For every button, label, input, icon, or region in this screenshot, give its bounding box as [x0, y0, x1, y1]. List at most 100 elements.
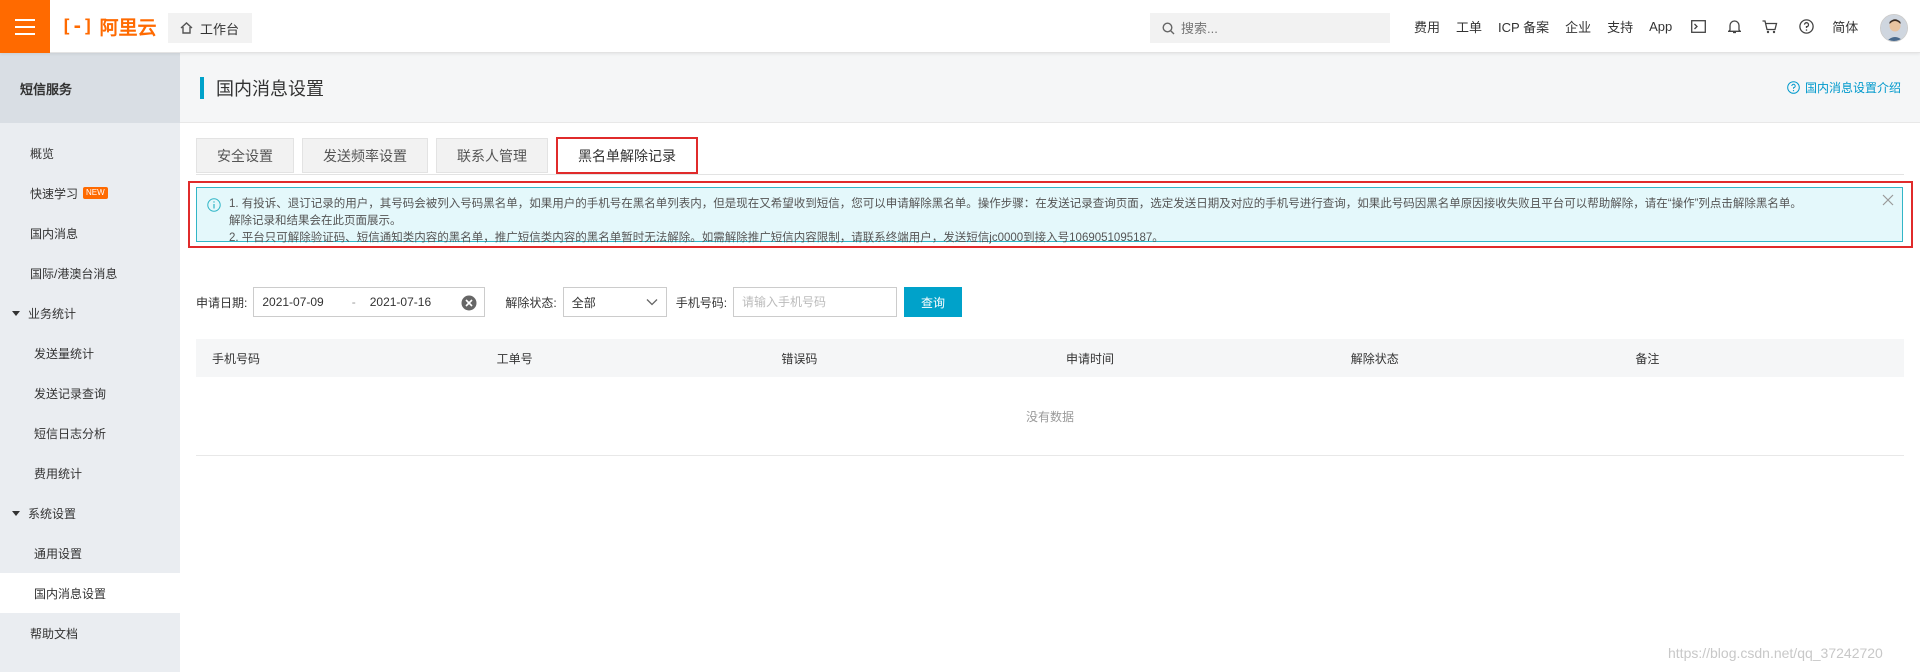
question-circle-icon: [1787, 81, 1800, 94]
top-bar: [-] 阿里云 工作台 费用 工单 ICP 备案 企业 支持 App: [0, 0, 1920, 53]
column-header-apply-time: 申请时间: [1066, 351, 1115, 366]
sidebar-item-label: 短信日志分析: [34, 426, 107, 441]
column-header-error-code: 错误码: [781, 351, 818, 366]
tab-security[interactable]: 安全设置: [196, 138, 294, 173]
sidebar-item-label: 费用统计: [34, 466, 83, 481]
nav-support[interactable]: 支持: [1599, 17, 1641, 36]
column-header-remark: 备注: [1635, 351, 1660, 366]
chevron-down-icon: [646, 299, 658, 306]
nav-app[interactable]: App: [1641, 19, 1680, 34]
sidebar-group-label: 业务统计: [28, 306, 77, 321]
sidebar-item-general-settings[interactable]: 通用设置: [0, 533, 180, 573]
sidebar-item-help-docs[interactable]: 帮助文档: [0, 613, 180, 653]
date-end[interactable]: 2021-07-16: [370, 295, 431, 309]
bell-icon[interactable]: [1716, 19, 1752, 34]
sidebar-item-label: 帮助文档: [30, 626, 79, 641]
nav-icp[interactable]: ICP 备案: [1490, 17, 1557, 36]
phone-input[interactable]: [733, 287, 898, 317]
sidebar-item-send-records[interactable]: 发送记录查询: [0, 373, 180, 413]
tab-send-frequency[interactable]: 发送频率设置: [302, 138, 428, 173]
caret-down-icon: [12, 510, 20, 516]
status-select[interactable]: 全部: [562, 287, 667, 317]
sidebar-item-log-analysis[interactable]: 短信日志分析: [0, 413, 180, 453]
sidebar-item-international[interactable]: 国际/港澳台消息: [0, 253, 180, 293]
records-table: 手机号码 工单号 错误码 申请时间 解除状态 备注 没有数据: [196, 339, 1904, 456]
sidebar-item-label: 发送量统计: [34, 346, 95, 361]
sidebar-title[interactable]: 短信服务: [0, 53, 180, 123]
tab-divider: [196, 174, 1904, 175]
menu-icon-bar: [15, 18, 35, 21]
table-empty-state: 没有数据: [196, 377, 1904, 456]
logo-text: 阿里云: [99, 17, 157, 39]
phone-label: 手机号码:: [675, 295, 728, 310]
sidebar-item-cost-stats[interactable]: 费用统计: [0, 453, 180, 493]
sidebar: 短信服务 概览 快速学习 NEW 国内消息 国际/港澳台消息 业务统计 发送量统…: [0, 53, 180, 672]
search-input[interactable]: [1181, 20, 1371, 36]
sidebar-item-domestic[interactable]: 国内消息: [0, 213, 180, 253]
sidebar-item-label: 国内消息设置: [34, 586, 107, 601]
help-intro-text: 国内消息设置介绍: [1804, 81, 1901, 95]
watermark: https://blog.csdn.net/qq_37242720: [1668, 645, 1883, 661]
sidebar-item-label: 发送记录查询: [34, 386, 107, 401]
tab-contacts[interactable]: 联系人管理: [436, 138, 548, 173]
tab-blacklist-records[interactable]: 黑名单解除记录: [556, 137, 698, 174]
table-header: 手机号码 工单号 错误码 申请时间 解除状态 备注: [196, 339, 1904, 377]
date-label: 申请日期:: [196, 295, 248, 310]
terminal-icon[interactable]: [1680, 20, 1716, 33]
notice-line-1b: 解除记录和结果会在此页面展示。: [229, 215, 402, 227]
top-nav: 费用 工单 ICP 备案 企业 支持 App 简体: [1406, 0, 1866, 53]
caret-down-icon: [12, 310, 20, 316]
sidebar-item-label: 概览: [30, 146, 55, 161]
search-box[interactable]: [1150, 13, 1390, 43]
cart-icon[interactable]: [1752, 19, 1788, 34]
column-header-status: 解除状态: [1350, 351, 1399, 366]
date-range-picker[interactable]: 2021-07-09 - 2021-07-16: [253, 287, 486, 317]
info-icon: [207, 198, 221, 212]
menu-icon-bar: [15, 32, 35, 35]
aliyun-logo[interactable]: [-] 阿里云: [61, 14, 157, 39]
help-intro-link[interactable]: 国内消息设置介绍: [1787, 79, 1901, 96]
page-title-text: 国内消息设置: [216, 79, 324, 99]
sidebar-item-label: 国际/港澳台消息: [30, 266, 118, 281]
menu-icon-bar: [15, 25, 35, 28]
date-separator: -: [351, 295, 356, 309]
help-circle-icon[interactable]: [1788, 19, 1824, 34]
sidebar-item-send-stats[interactable]: 发送量统计: [0, 333, 180, 373]
sidebar-item-label: 国内消息: [30, 226, 79, 241]
nav-billing[interactable]: 费用: [1406, 17, 1448, 36]
search-icon: [1162, 21, 1175, 34]
close-icon[interactable]: [1882, 194, 1894, 206]
nav-ticket[interactable]: 工单: [1448, 17, 1490, 36]
info-notice: 1. 有投诉、退订记录的用户，其号码会被列入号码黑名单，如果用户的手机号在黑名单…: [196, 187, 1903, 244]
title-accent-bar: [200, 77, 204, 99]
empty-text: 没有数据: [1025, 409, 1074, 424]
sidebar-item-label: 通用设置: [34, 546, 83, 561]
date-start[interactable]: 2021-07-09: [262, 295, 323, 309]
tab-bar: 安全设置 发送频率设置 联系人管理 黑名单解除记录: [196, 137, 698, 175]
notice-line-1: 1. 有投诉、退订记录的用户，其号码会被列入号码黑名单，如果用户的手机号在黑名单…: [229, 198, 1802, 210]
sidebar-group-settings[interactable]: 系统设置: [0, 493, 180, 533]
user-avatar[interactable]: [1880, 14, 1908, 42]
main-content: 国内消息设置 国内消息设置介绍 安全设置 发送频率设置 联系人管理 黑名单解除记…: [180, 53, 1920, 672]
language-switch[interactable]: 简体: [1824, 17, 1866, 36]
status-label: 解除状态:: [505, 295, 557, 310]
sidebar-item-quick-learn[interactable]: 快速学习 NEW: [0, 173, 180, 213]
nav-enterprise[interactable]: 企业: [1557, 17, 1599, 36]
logo-mark: [-]: [61, 15, 94, 37]
filter-bar: 申请日期: 2021-07-09 - 2021-07-16 解除状态: 全部 手…: [196, 287, 963, 317]
home-icon: [180, 22, 193, 34]
column-header-ticket: 工单号: [496, 351, 533, 366]
menu-toggle-button[interactable]: [0, 0, 50, 53]
query-button[interactable]: 查询: [904, 287, 963, 317]
clear-icon[interactable]: [461, 295, 477, 311]
notice-line-2: 2. 平台只可解除验证码、短信通知类内容的黑名单，推广短信类内容的黑名单暂时无法…: [229, 232, 1164, 244]
workbench-button[interactable]: 工作台: [168, 13, 252, 43]
sidebar-item-domestic-settings[interactable]: 国内消息设置: [0, 573, 180, 613]
workbench-label: 工作台: [200, 21, 240, 37]
sidebar-group-stats[interactable]: 业务统计: [0, 293, 180, 333]
page-title: 国内消息设置: [200, 77, 324, 99]
sidebar-group-label: 系统设置: [28, 506, 77, 521]
column-header-phone: 手机号码: [212, 351, 261, 366]
sidebar-item-overview[interactable]: 概览: [0, 133, 180, 173]
sidebar-item-label: 快速学习: [30, 186, 79, 201]
